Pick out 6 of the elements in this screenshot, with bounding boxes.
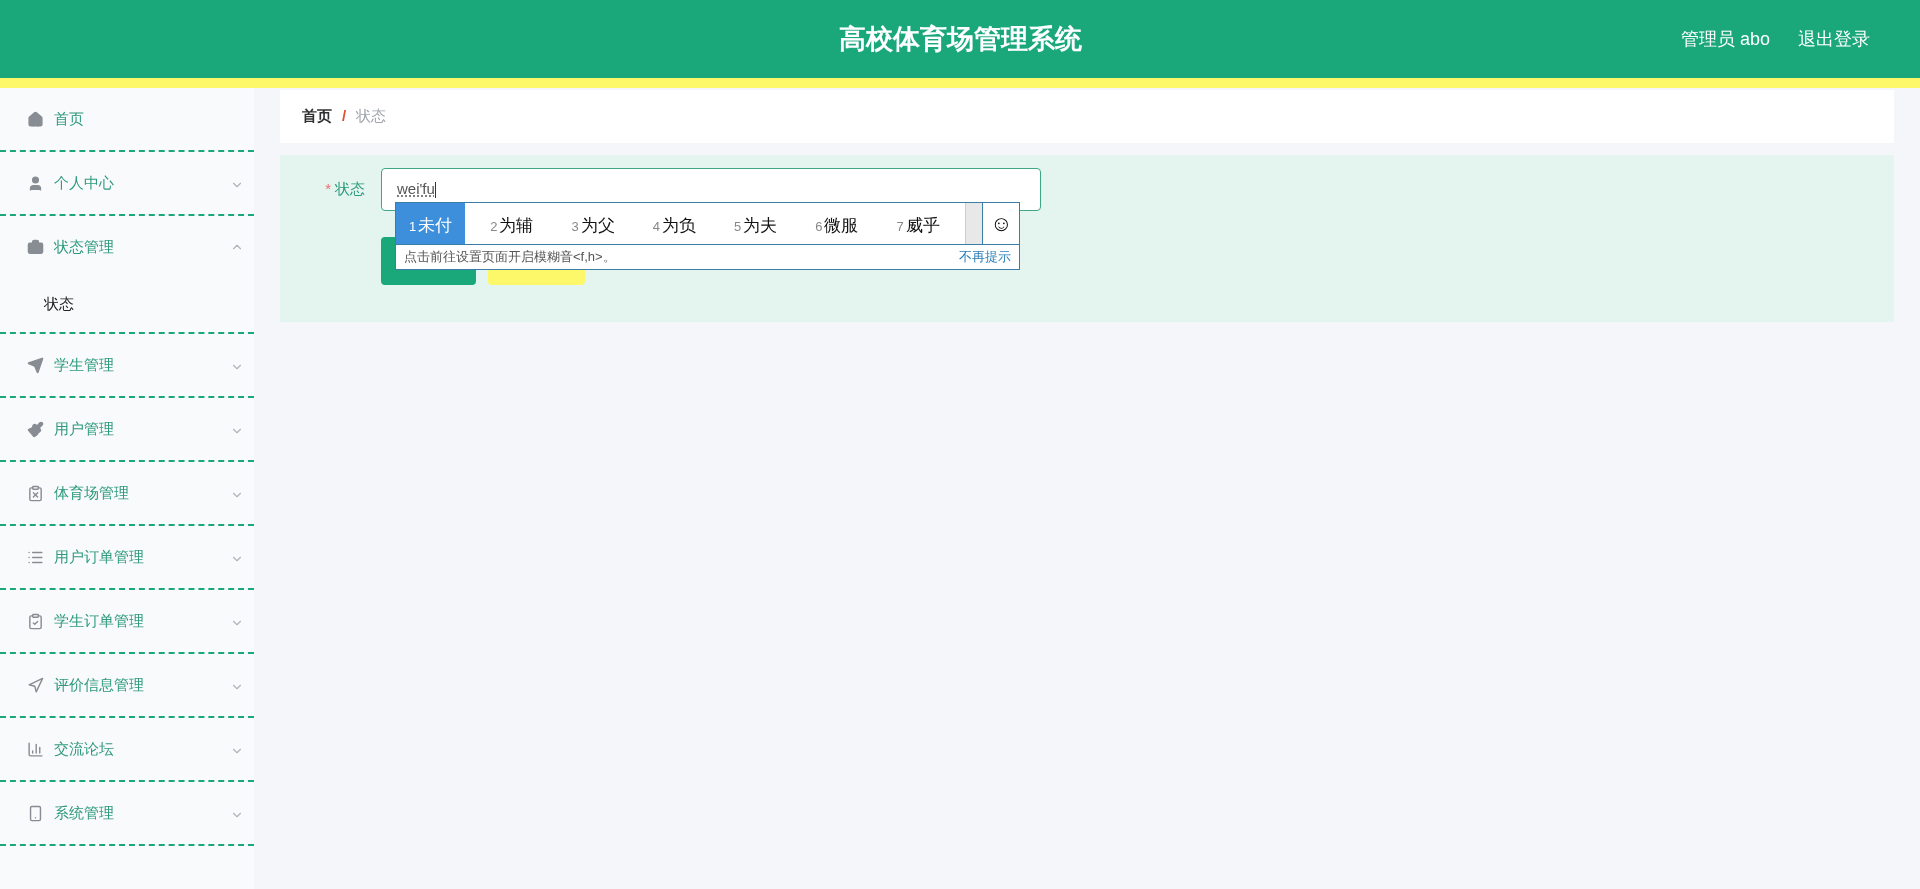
ime-hint: 点击前往设置页面开启模糊音<f,h>。 bbox=[404, 248, 616, 267]
field-label: 状态 bbox=[335, 179, 365, 200]
breadcrumb-separator: / bbox=[342, 106, 347, 127]
app-title: 高校体育场管理系统 bbox=[838, 22, 1082, 56]
required-asterisk: * bbox=[325, 179, 331, 200]
admin-name: 管理员 abo bbox=[1680, 27, 1770, 51]
